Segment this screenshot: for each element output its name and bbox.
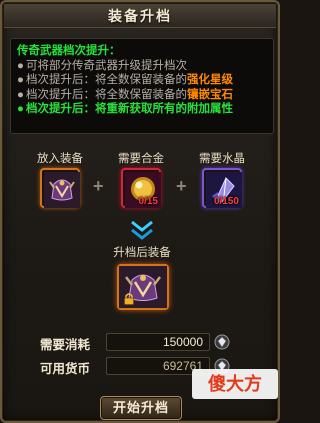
info-line-4: ● 档次提升后：将重新获取所有的附加属性 <box>17 103 233 115</box>
have-currency-label: 可用货币 <box>40 362 91 376</box>
bullet-icon: ● <box>17 59 24 72</box>
gold-slot-label: 需要合金 <box>118 153 164 165</box>
plus-icon: + <box>176 176 187 196</box>
info-line-1: ● 可将部分传奇武器升级提升档次 <box>17 59 187 72</box>
crystal-slot-label: 需要水晶 <box>199 153 245 165</box>
chevron-down-icon <box>131 220 153 240</box>
need-cost-value: 150000 <box>106 333 210 351</box>
title-bar: 装备升档 <box>4 4 276 28</box>
bullet-icon: ● <box>17 103 24 115</box>
crystal-slot[interactable]: 0/150 <box>202 168 242 208</box>
bullet-icon: ● <box>17 88 24 101</box>
gold-slot[interactable]: 0/15 <box>121 168 161 208</box>
crystal-count: 0/150 <box>213 196 239 207</box>
diamond-currency-icon <box>214 334 230 350</box>
plus-icon: + <box>93 176 104 196</box>
equip-slot[interactable] <box>40 168 80 208</box>
start-upgrade-button[interactable]: 开始升档 <box>100 396 182 420</box>
lock-icon <box>124 293 134 305</box>
window-title: 装备升档 <box>108 8 172 24</box>
result-label: 升档后装备 <box>113 247 171 259</box>
gold-count: 0/15 <box>138 196 158 207</box>
upgrade-window: 装备升档 传奇武器档次提升： ● 可将部分传奇武器升级提升档次 ● 档次提升后：将全… <box>0 0 280 423</box>
info-title: 传奇武器档次提升： <box>17 45 121 57</box>
info-box: 传奇武器档次提升： ● 可将部分传奇武器升级提升档次 ● 档次提升后：将全数保留装备… <box>10 38 274 134</box>
watermark-logo: 傻大方 <box>192 369 278 399</box>
bullet-icon: ● <box>17 74 24 86</box>
info-line-3: ● 档次提升后：将全数保留装备的镶嵌宝石 <box>17 88 233 101</box>
equip-slot-label: 放入装备 <box>37 153 83 165</box>
helmet-icon <box>44 172 80 208</box>
need-cost-label: 需要消耗 <box>40 338 91 352</box>
info-line-2: ● 档次提升后：将全数保留装备的强化星级 <box>17 74 233 86</box>
result-slot[interactable] <box>117 264 169 310</box>
